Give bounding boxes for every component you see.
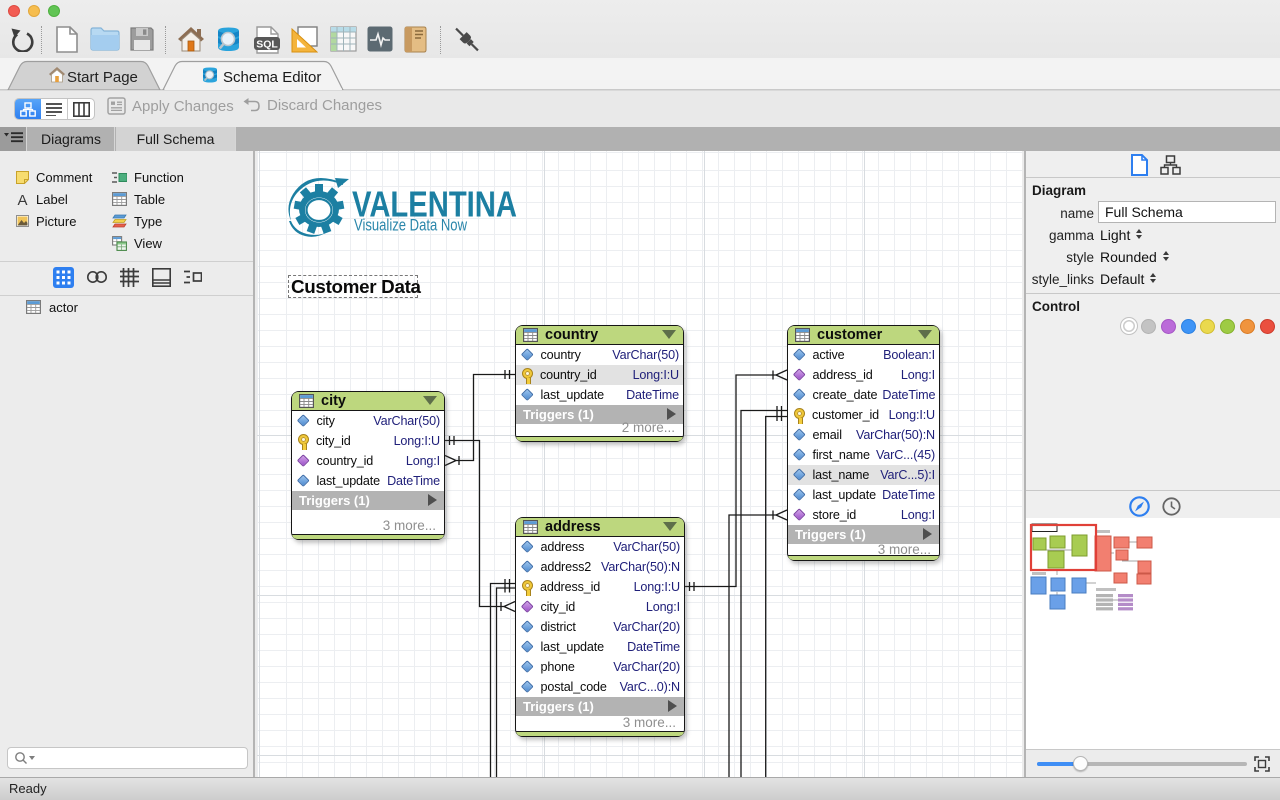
svg-text:Start Page: Start Page bbox=[67, 69, 138, 86]
svg-text:Schema Editor: Schema Editor bbox=[223, 69, 321, 86]
svg-text:A: A bbox=[17, 193, 27, 206]
svg-text:SQL: SQL bbox=[256, 39, 278, 51]
svg-text:Visualize Data Now: Visualize Data Now bbox=[354, 217, 467, 235]
